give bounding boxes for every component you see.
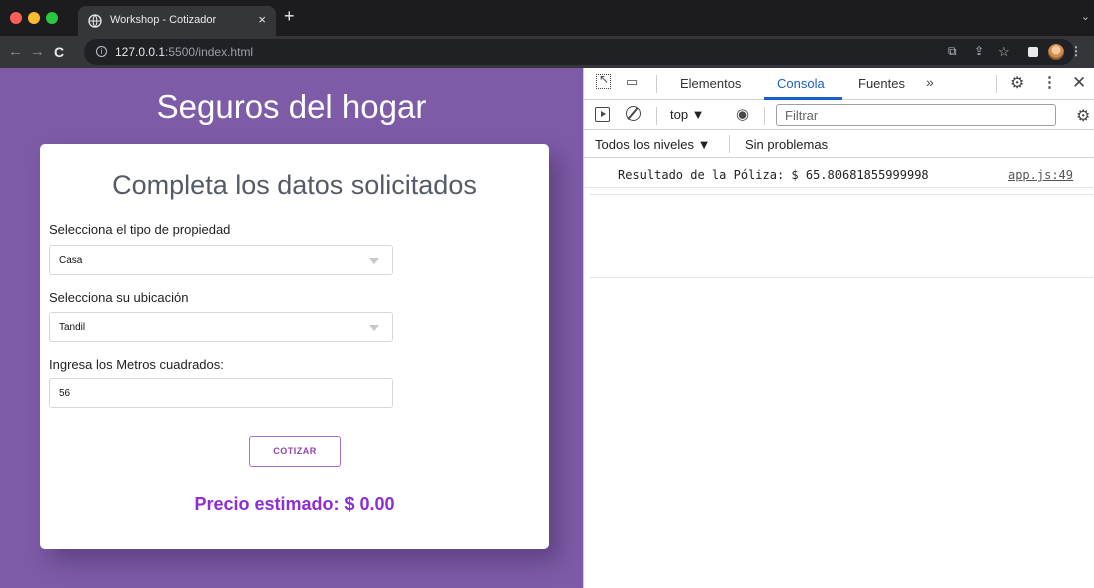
omnibox[interactable]: i 127.0.0.1:5500/index.html ⧉ ⇪ ☆ ⋮	[84, 39, 1082, 65]
live-expression-eye-icon[interactable]: ◉	[736, 105, 749, 123]
square-meters-input[interactable]: 56	[49, 378, 393, 408]
chevron-down-icon	[369, 325, 379, 331]
more-tabs-icon[interactable]: »	[926, 74, 934, 90]
browser-menu-icon[interactable]: ⋮	[1070, 44, 1082, 58]
quote-form-card: Completa los datos solicitados Seleccion…	[40, 144, 549, 549]
globe-icon	[88, 14, 102, 28]
divider	[656, 107, 657, 125]
property-type-label: Selecciona el tipo de propiedad	[49, 222, 231, 237]
tab-search-icon[interactable]: ⌄	[1081, 10, 1090, 23]
reload-icon[interactable]: C	[54, 44, 64, 60]
tab-elementos[interactable]: Elementos	[680, 76, 741, 91]
console-filter-input[interactable]: Filtrar	[776, 104, 1056, 126]
location-value: Tandil	[59, 322, 86, 333]
devtools-tab-bar: ▭ Elementos Consola Fuentes » ⚙ ⋮ ✕	[584, 68, 1094, 100]
minimize-window-button[interactable]	[28, 12, 40, 24]
divider	[656, 75, 657, 93]
square-meters-label: Ingresa los Metros cuadrados:	[49, 357, 224, 372]
url-text: 127.0.0.1:5500/index.html	[115, 45, 254, 59]
page-title: Seguros del hogar	[156, 88, 427, 125]
filter-placeholder: Filtrar	[785, 108, 819, 123]
console-settings-icon[interactable]: ⚙	[1076, 106, 1090, 126]
console-log-source-link[interactable]: app.js:49	[1008, 168, 1073, 182]
console-sidebar-icon[interactable]	[595, 107, 610, 122]
devtools-menu-icon[interactable]: ⋮	[1042, 73, 1057, 91]
divider	[729, 135, 730, 153]
tab-consola[interactable]: Consola	[777, 76, 825, 91]
maximize-window-button[interactable]	[46, 12, 58, 24]
close-devtools-icon[interactable]: ✕	[1072, 73, 1086, 93]
location-label: Selecciona su ubicación	[49, 290, 189, 305]
divider	[996, 75, 997, 93]
log-levels-bar: Todos los niveles ▼ Sin problemas	[584, 130, 1094, 158]
web-page: Seguros del hogar Completa los datos sol…	[0, 68, 583, 588]
console-log-message: Resultado de la Póliza: $ 65.80681855999…	[618, 168, 929, 182]
location-select[interactable]: Tandil	[49, 312, 393, 342]
issues-status[interactable]: Sin problemas	[745, 137, 828, 152]
clear-console-icon[interactable]	[626, 106, 641, 121]
browser-tab[interactable]: Workshop - Cotizador ×	[78, 6, 276, 36]
close-window-button[interactable]	[10, 12, 22, 24]
new-tab-button[interactable]: +	[284, 6, 295, 27]
context-selector[interactable]: top ▼	[670, 107, 705, 122]
property-type-value: Casa	[59, 255, 83, 266]
quote-button[interactable]: COTIZAR	[249, 436, 341, 467]
property-type-select[interactable]: Casa	[49, 245, 393, 275]
console-log-entry: Resultado de la Póliza: $ 65.80681855999…	[584, 158, 1094, 188]
chevron-down-icon	[369, 258, 379, 264]
forward-icon[interactable]: →	[30, 43, 45, 60]
share-icon[interactable]: ⇪	[974, 44, 984, 58]
side-panel-icon[interactable]	[1028, 47, 1038, 57]
tab-fuentes[interactable]: Fuentes	[858, 76, 905, 91]
divider	[764, 107, 765, 125]
open-external-icon[interactable]: ⧉	[948, 44, 957, 59]
inspect-element-icon[interactable]	[596, 72, 611, 89]
tab-close-icon[interactable]: ×	[258, 12, 266, 27]
site-info-icon[interactable]: i	[96, 46, 107, 57]
browser-tab-strip: Workshop - Cotizador × + ⌄	[0, 0, 1094, 36]
log-levels-dropdown[interactable]: Todos los niveles ▼	[595, 137, 710, 152]
form-heading: Completa los datos solicitados	[112, 170, 477, 200]
console-toolbar: top ▼ ◉ Filtrar ⚙	[584, 100, 1094, 130]
estimated-price: Precio estimado: $ 0.00	[194, 494, 395, 514]
console-input[interactable]	[590, 194, 1094, 278]
profile-avatar[interactable]	[1048, 44, 1064, 60]
settings-gear-icon[interactable]: ⚙	[1010, 73, 1024, 93]
tab-title: Workshop - Cotizador	[110, 14, 217, 26]
devtools-panel: ▭ Elementos Consola Fuentes » ⚙ ⋮ ✕ top …	[583, 68, 1094, 588]
device-toolbar-icon[interactable]: ▭	[626, 74, 638, 90]
address-bar: ← → C i 127.0.0.1:5500/index.html ⧉ ⇪ ☆ …	[0, 36, 1094, 68]
bookmark-star-icon[interactable]: ☆	[998, 44, 1010, 60]
square-meters-value: 56	[59, 388, 71, 399]
back-icon[interactable]: ←	[8, 43, 23, 60]
